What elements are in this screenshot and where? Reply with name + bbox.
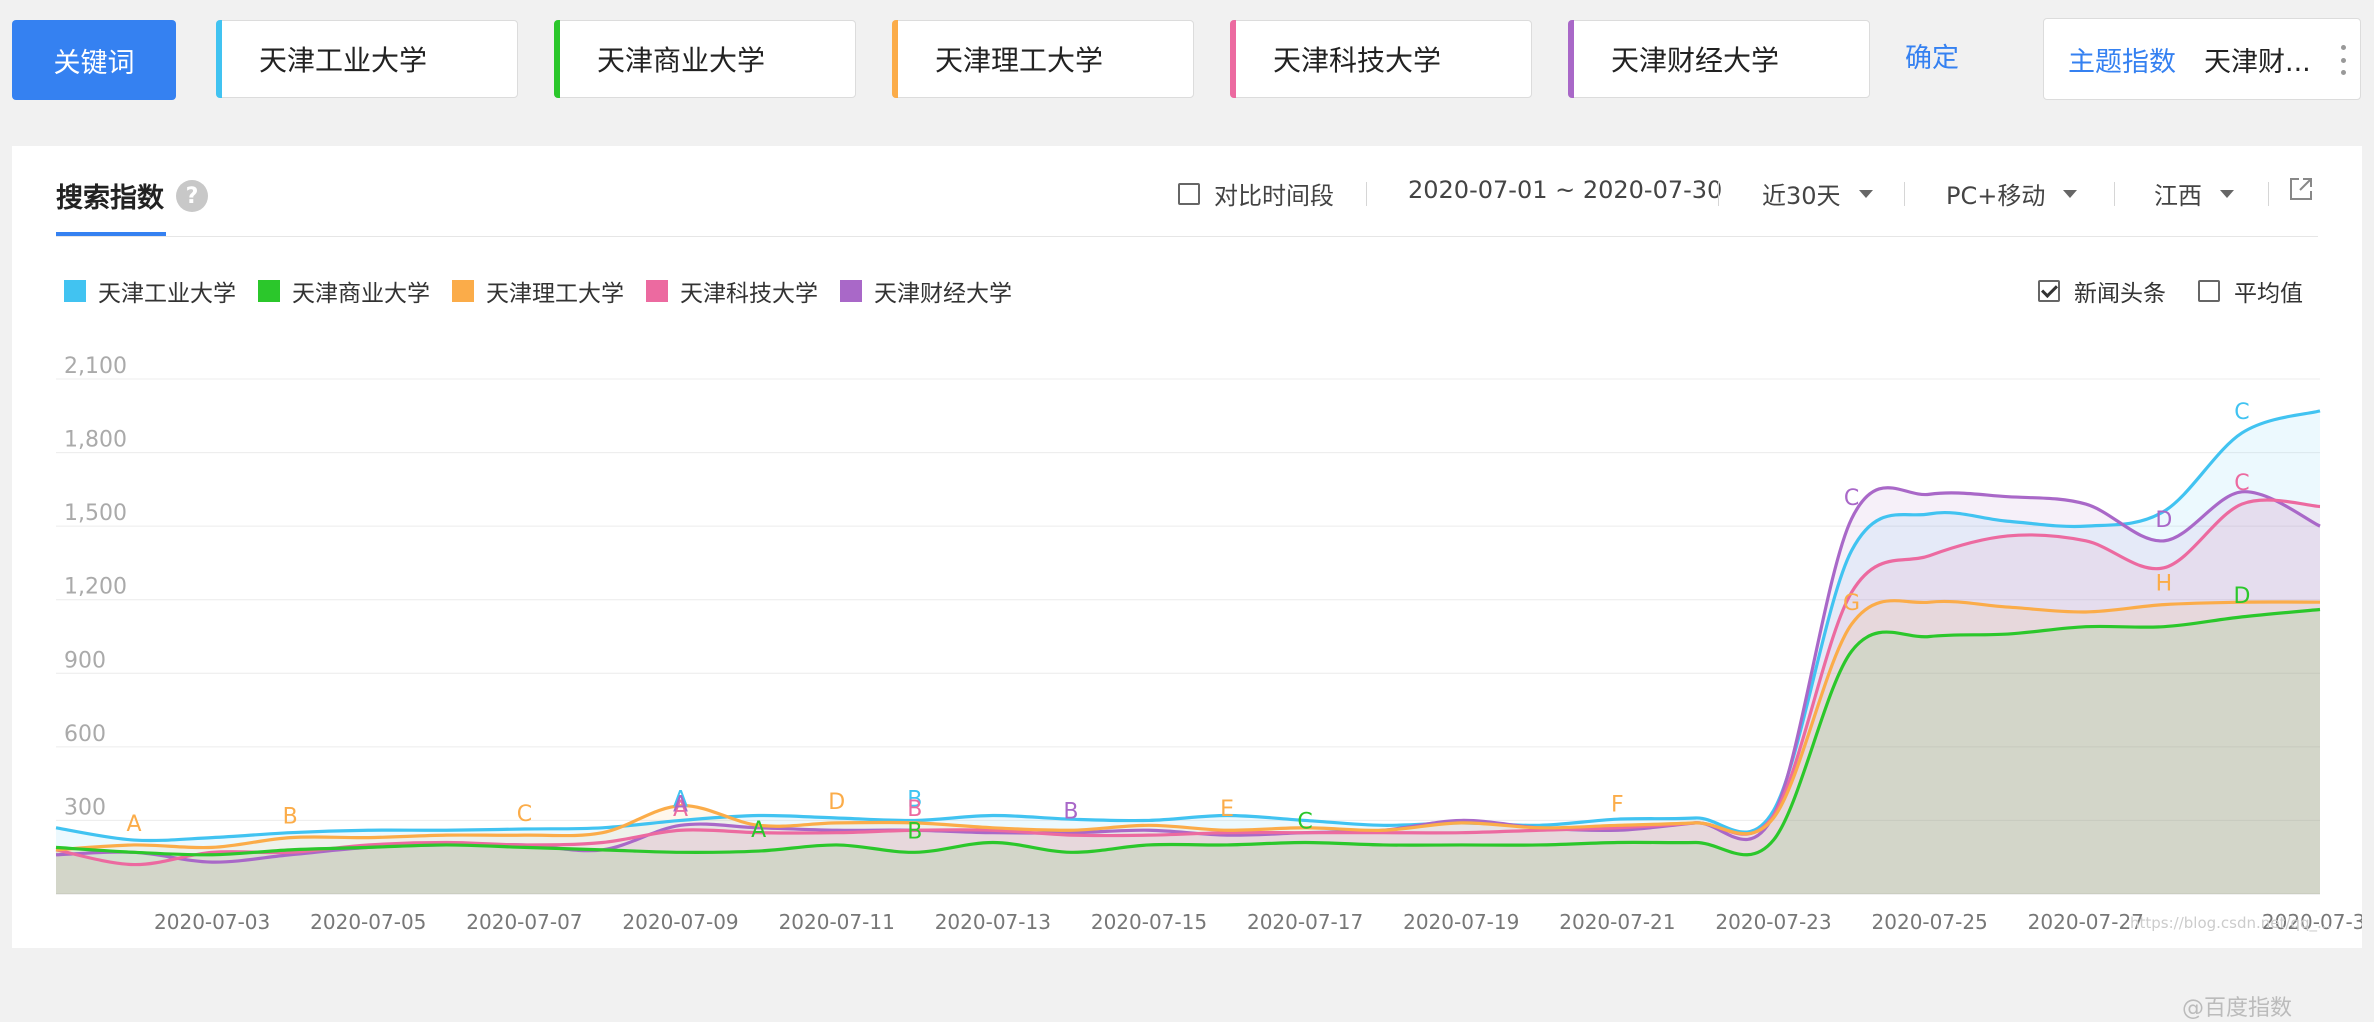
keyword-input-3[interactable]: 天津理工大学: [892, 20, 1194, 98]
news-annotation: B: [907, 819, 922, 844]
top-bar: 关键词 天津工业大学 天津商业大学 天津理工大学 天津科技大学 天津财经大学 确…: [0, 0, 2374, 128]
y-tick-label: 1,200: [64, 575, 127, 600]
x-tick-label: 2020-07-21: [1559, 910, 1675, 934]
news-annotation: C: [517, 802, 532, 827]
x-tick-label: 2020-07-03: [154, 910, 270, 934]
x-tick-label: 2020-07-27: [2028, 910, 2144, 934]
y-tick-label: 2,100: [64, 354, 127, 379]
news-annotation: A: [673, 792, 688, 817]
keyword-button[interactable]: 关键词: [12, 20, 176, 100]
x-tick-label: 2020-07-17: [1247, 910, 1363, 934]
search-index-panel: 搜索指数 ? 对比时间段 2020-07-01 ~ 2020-07-30 近30…: [12, 146, 2362, 1021]
y-tick-label: 900: [64, 648, 106, 673]
news-annotation: D: [2155, 508, 2172, 533]
keyword-input-1[interactable]: 天津工业大学: [216, 20, 518, 98]
topic-index-value: 天津财...: [2204, 46, 2311, 78]
news-annotation: D: [828, 790, 845, 815]
x-tick-label: 2020-07-11: [779, 910, 895, 934]
news-annotation: C: [1297, 810, 1312, 835]
news-annotation: A: [751, 818, 766, 843]
keyword-input-2[interactable]: 天津商业大学: [554, 20, 856, 98]
keyword-input-4[interactable]: 天津科技大学: [1230, 20, 1532, 98]
y-tick-label: 600: [64, 722, 106, 747]
x-tick-label: 2020-07-15: [1091, 910, 1207, 934]
news-annotation: H: [2156, 572, 2173, 597]
topic-index-label[interactable]: 主题指数: [2068, 40, 2176, 79]
x-tick-label: 2020-07-09: [622, 910, 738, 934]
keyword-input-5[interactable]: 天津财经大学: [1568, 20, 1870, 98]
topic-index-box[interactable]: 主题指数 天津财...: [2043, 18, 2361, 100]
news-annotation: B: [283, 805, 298, 830]
news-annotation: E: [1220, 797, 1234, 822]
news-annotation: C: [1844, 486, 1859, 511]
news-annotation: A: [127, 812, 142, 837]
news-annotation: D: [2233, 584, 2250, 609]
x-tick-label: 2020-07-13: [935, 910, 1051, 934]
search-index-chart: 2,100 1,800 1,500 1,200 900 600 300 2020-07-03 2…: [55, 354, 2362, 934]
y-tick-label: 300: [64, 795, 106, 820]
news-annotation: G: [1843, 591, 1860, 616]
x-tick-label: 2020-07-23: [1715, 910, 1831, 934]
y-tick-label: 1,800: [64, 428, 127, 453]
news-annotation: C: [2234, 400, 2249, 425]
x-tick-label: 2020-07-07: [466, 910, 582, 934]
baidu-watermark: @百度指数: [2182, 996, 2293, 1021]
news-annotation: F: [1611, 792, 1624, 817]
source-credit: https://blog.csdn.net/qq_...: [2130, 914, 2332, 932]
x-tick-label: 2020-07-19: [1403, 910, 1519, 934]
x-tick-label: 2020-07-25: [1872, 910, 1988, 934]
news-annotation: B: [1063, 800, 1078, 825]
news-annotation: C: [2234, 471, 2249, 496]
x-tick-label: 2020-07-05: [310, 910, 426, 934]
confirm-button[interactable]: 确定: [1905, 36, 1959, 75]
y-tick-label: 1,500: [64, 501, 127, 526]
series-area: [56, 609, 2320, 894]
more-options-icon[interactable]: [2341, 45, 2346, 75]
